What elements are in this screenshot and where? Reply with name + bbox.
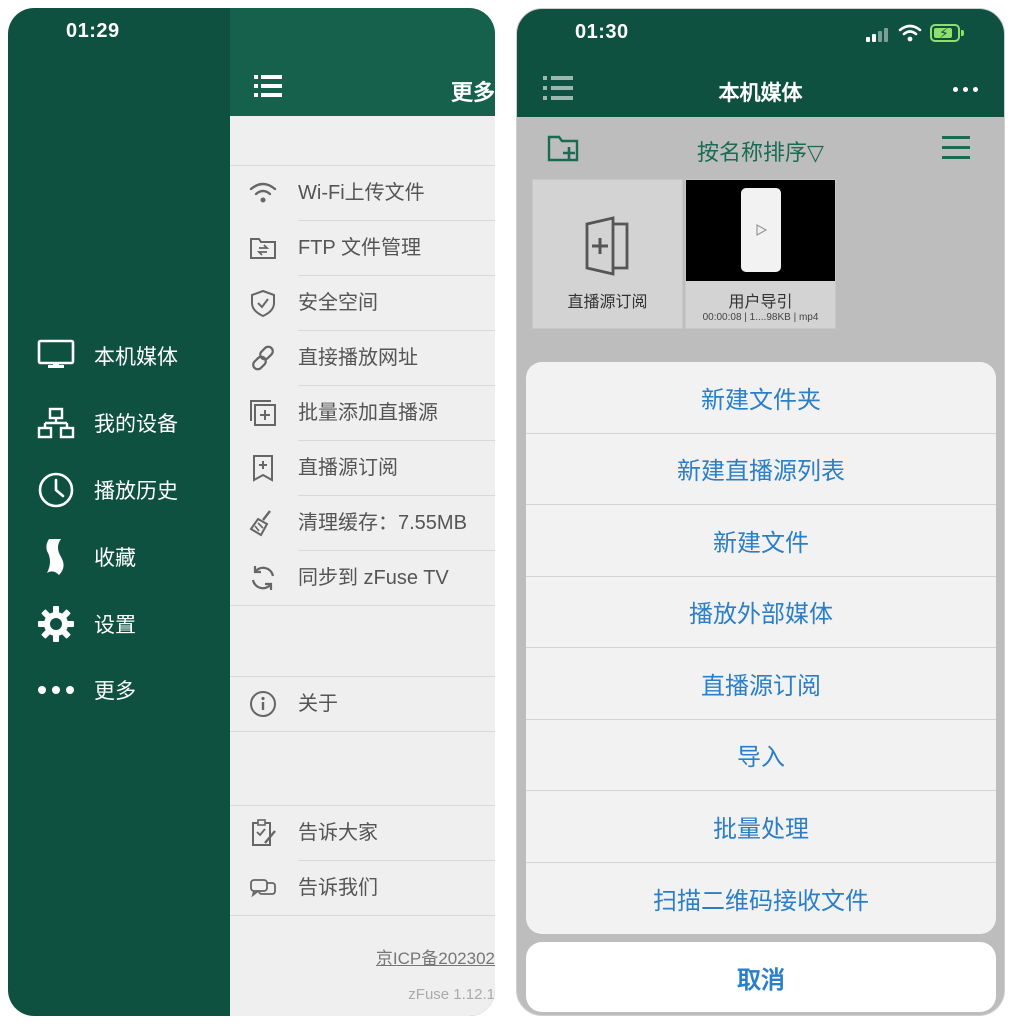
drawer-item-label: 本机媒体 <box>94 346 178 369</box>
drawer-item-local-media[interactable]: 本机媒体 <box>36 336 178 376</box>
phone-preview-image <box>741 188 781 272</box>
panel-item-label: 清理缓存：7.55MB <box>298 512 467 534</box>
cellular-signal-icon <box>866 26 890 42</box>
new-live-list-option[interactable]: 新建直播源列表 <box>526 434 996 505</box>
panel-item-sync-tv[interactable]: 同步到 zFuse TV <box>230 551 495 605</box>
new-file-option[interactable]: 新建文件 <box>526 505 996 577</box>
video-thumbnail <box>686 180 835 281</box>
panel-item-wifi-upload[interactable]: Wi-Fi上传文件 <box>230 166 495 220</box>
monitor-icon <box>36 336 76 376</box>
page-title: 本机媒体 <box>718 82 803 105</box>
left-phone-screen: 01:29 ⚡ 本机媒体 我的设备 播放历史 收藏 <box>8 8 495 1016</box>
panel-item-secure-space[interactable]: 安全空间 <box>230 276 495 330</box>
drawer-item-more[interactable]: 更多 <box>36 670 136 710</box>
scan-qr-receive-option[interactable]: 扫描二维码接收文件 <box>526 863 996 935</box>
more-panel-header: 更多 <box>230 8 495 116</box>
shield-icon <box>251 289 275 318</box>
gear-icon <box>36 604 76 644</box>
panel-item-ftp[interactable]: FTP 文件管理 <box>230 221 495 275</box>
play-external-media-option[interactable]: 播放外部媒体 <box>526 577 996 648</box>
add-multiple-icon <box>250 400 276 426</box>
status-time: 01:30 <box>575 21 629 43</box>
panel-item-label: Wi-Fi上传文件 <box>298 182 425 204</box>
icp-link[interactable]: 京ICP备202302 <box>376 944 495 969</box>
sync-icon <box>251 566 275 590</box>
tile-live-subscription[interactable]: 直播源订阅 <box>532 179 683 329</box>
drawer-item-favorites[interactable]: 收藏 <box>36 537 136 577</box>
drawer-item-settings[interactable]: 设置 <box>36 604 136 644</box>
panel-item-label: 直接播放网址 <box>298 347 418 369</box>
clipboard-edit-icon <box>252 819 276 846</box>
ftp-folder-icon <box>250 238 276 259</box>
more-panel: 更多 Wi-Fi上传文件 FTP 文件管理 安全空间 直接播放网址 批量添加直播… <box>230 8 495 1016</box>
broom-icon <box>249 510 271 537</box>
subscribe-icon <box>253 455 273 482</box>
drawer-item-history[interactable]: 播放历史 <box>36 470 178 510</box>
clock-icon <box>36 470 76 510</box>
cancel-button[interactable]: 取消 <box>526 942 996 1012</box>
drawer-item-my-devices[interactable]: 我的设备 <box>36 403 178 443</box>
list-menu-icon[interactable] <box>254 74 282 98</box>
app-version: zFuse 1.12.1 <box>408 986 495 1003</box>
link-icon <box>252 345 274 371</box>
tile-label: 直播源订阅 <box>567 294 648 311</box>
panel-item-play-url[interactable]: 直接播放网址 <box>230 331 495 385</box>
batch-process-option[interactable]: 批量处理 <box>526 791 996 863</box>
right-phone-screen: 01:30 ⚡ 本机媒体 按名称排序▽ 直播源订阅 用户导引 00:00:08 … <box>516 8 1005 1016</box>
wifi-status-icon <box>898 24 922 42</box>
list-view-icon[interactable] <box>942 135 970 161</box>
divider <box>230 915 495 916</box>
subscription-door-icon <box>585 216 629 276</box>
panel-item-tell-us[interactable]: 告诉我们 <box>230 861 495 915</box>
panel-item-label: 直播源订阅 <box>298 457 398 479</box>
status-time: 01:29 <box>66 20 120 42</box>
tile-meta: 00:00:08 | 1....98KB | mp4 <box>702 312 819 323</box>
network-icon <box>36 403 76 443</box>
wifi-icon <box>249 182 277 203</box>
tile-label: 用户导引 <box>728 294 793 311</box>
bookmark-icon <box>36 537 76 577</box>
info-icon <box>250 691 276 717</box>
panel-item-label: 告诉我们 <box>298 877 378 899</box>
sort-by-name-dropdown[interactable]: 按名称排序▽ <box>517 135 1004 167</box>
panel-item-clear-cache[interactable]: 清理缓存：7.55MB <box>230 496 495 550</box>
media-toolbar: 按名称排序▽ <box>517 117 1004 179</box>
drawer-item-label: 我的设备 <box>94 413 178 436</box>
chat-icon <box>250 879 276 898</box>
panel-item-label: 同步到 zFuse TV <box>298 567 449 589</box>
battery-charging-icon: ⚡ <box>930 24 964 42</box>
divider <box>230 731 495 732</box>
panel-item-label: 安全空间 <box>298 292 378 314</box>
tile-user-guide-video[interactable]: 用户导引 00:00:08 | 1....98KB | mp4 <box>685 179 836 329</box>
import-option[interactable]: 导入 <box>526 720 996 791</box>
divider <box>230 605 495 606</box>
status-bar: 01:30 ⚡ <box>517 9 1004 59</box>
live-subscription-option[interactable]: 直播源订阅 <box>526 648 996 720</box>
panel-item-subscribe[interactable]: 直播源订阅 <box>230 441 495 495</box>
panel-item-tell-everyone[interactable]: 告诉大家 <box>230 806 495 860</box>
drawer-item-label: 收藏 <box>94 547 136 570</box>
panel-item-label: 批量添加直播源 <box>298 402 438 424</box>
drawer-item-label: 设置 <box>94 614 136 637</box>
panel-item-batch-add[interactable]: 批量添加直播源 <box>230 386 495 440</box>
panel-item-label: 关于 <box>298 693 338 715</box>
panel-item-label: 告诉大家 <box>298 822 378 844</box>
top-nav-bar: 01:30 ⚡ 本机媒体 <box>517 9 1004 117</box>
action-sheet: 新建文件夹 新建直播源列表 新建文件 播放外部媒体 直播源订阅 导入 批量处理 … <box>526 362 996 934</box>
more-dots-icon <box>36 670 76 710</box>
drawer-item-label: 更多 <box>94 680 136 703</box>
new-folder-option[interactable]: 新建文件夹 <box>526 362 996 434</box>
panel-item-label: FTP 文件管理 <box>298 237 421 259</box>
more-options-icon[interactable] <box>953 87 978 92</box>
panel-item-about[interactable]: 关于 <box>230 677 495 731</box>
drawer-item-label: 播放历史 <box>94 480 178 503</box>
more-panel-title: 更多 <box>450 80 495 105</box>
play-icon <box>756 224 767 236</box>
